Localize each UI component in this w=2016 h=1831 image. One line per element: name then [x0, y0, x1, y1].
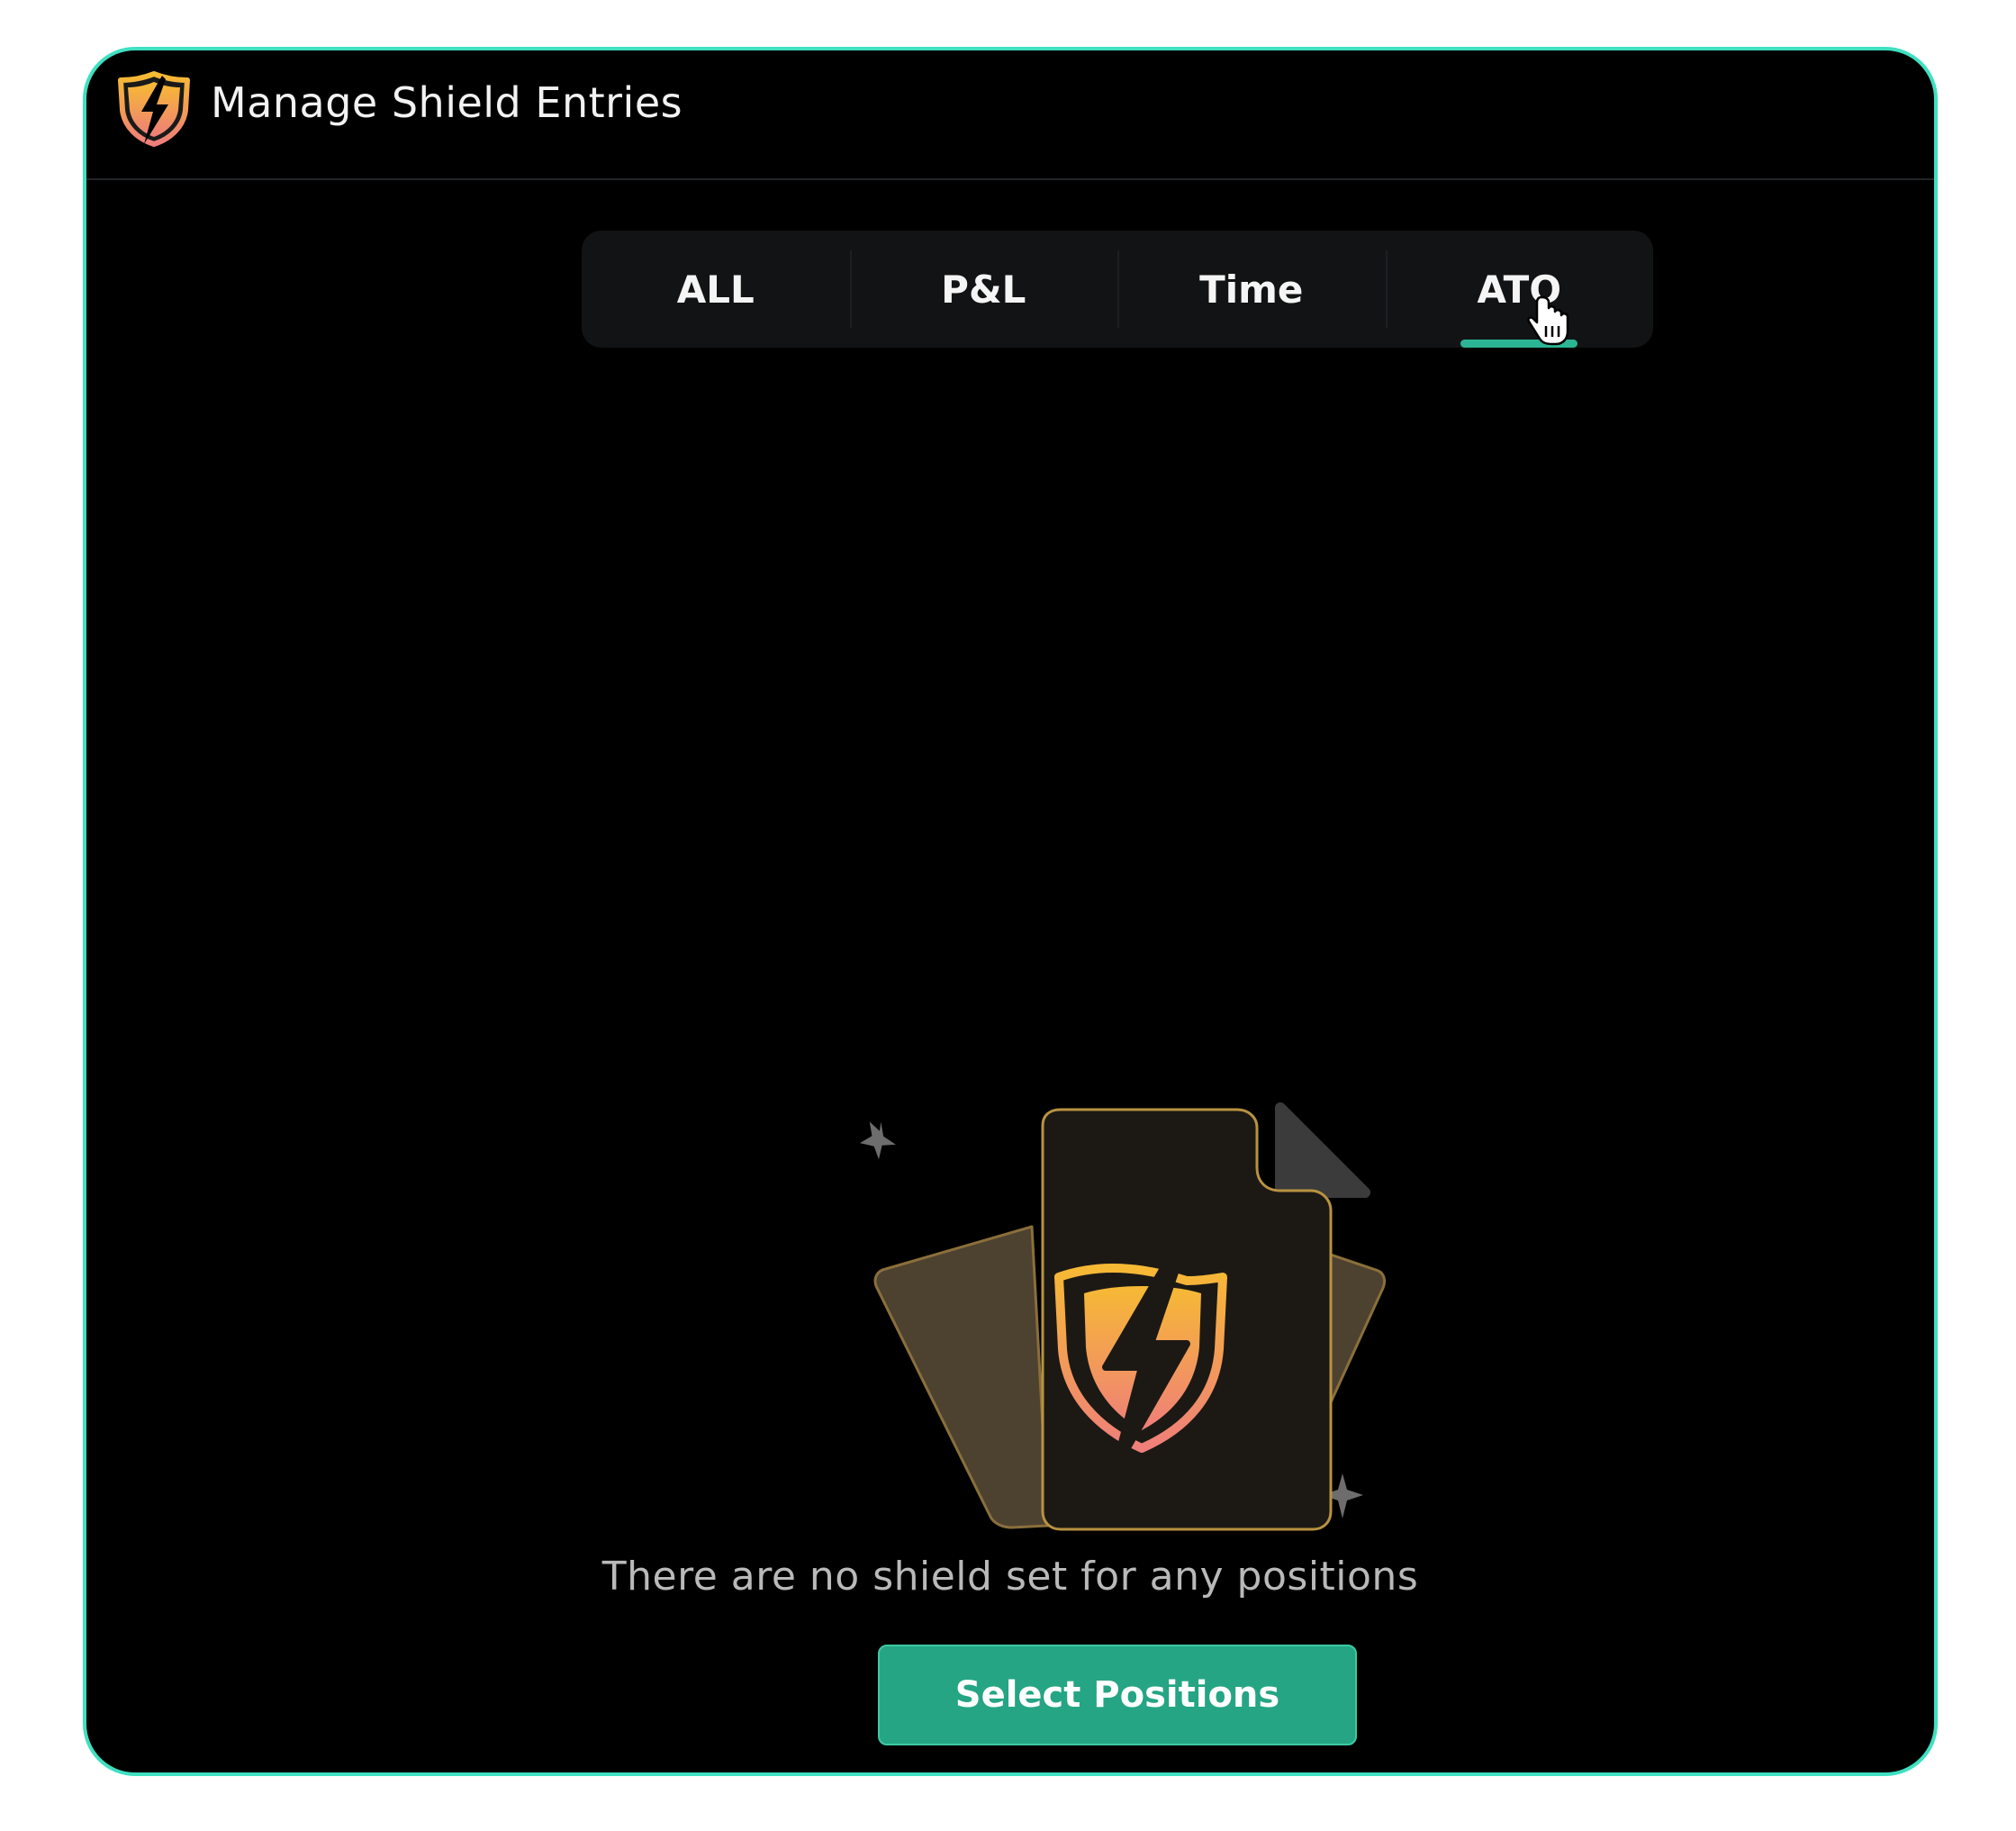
- window-title: Manage Shield Entries: [211, 78, 683, 127]
- tab-pnl[interactable]: P&L: [849, 231, 1118, 348]
- empty-state-message: There are no shield set for any position…: [601, 1554, 1419, 1600]
- window-header: Manage Shield Entries: [86, 50, 1934, 180]
- select-positions-button[interactable]: Select Positions: [878, 1645, 1357, 1745]
- manage-shield-window: Manage Shield Entries ALL P&L Time ATO T…: [83, 47, 1938, 1776]
- tab-all[interactable]: ALL: [582, 231, 850, 348]
- shield-lightning-icon: [118, 71, 190, 147]
- hand-cursor-icon: [1527, 295, 1569, 346]
- tab-ato[interactable]: ATO: [1385, 231, 1654, 348]
- shield-document-icon: [859, 1102, 1387, 1531]
- filter-tabs: ALL P&L Time ATO: [582, 231, 1653, 348]
- tab-time[interactable]: Time: [1117, 231, 1386, 348]
